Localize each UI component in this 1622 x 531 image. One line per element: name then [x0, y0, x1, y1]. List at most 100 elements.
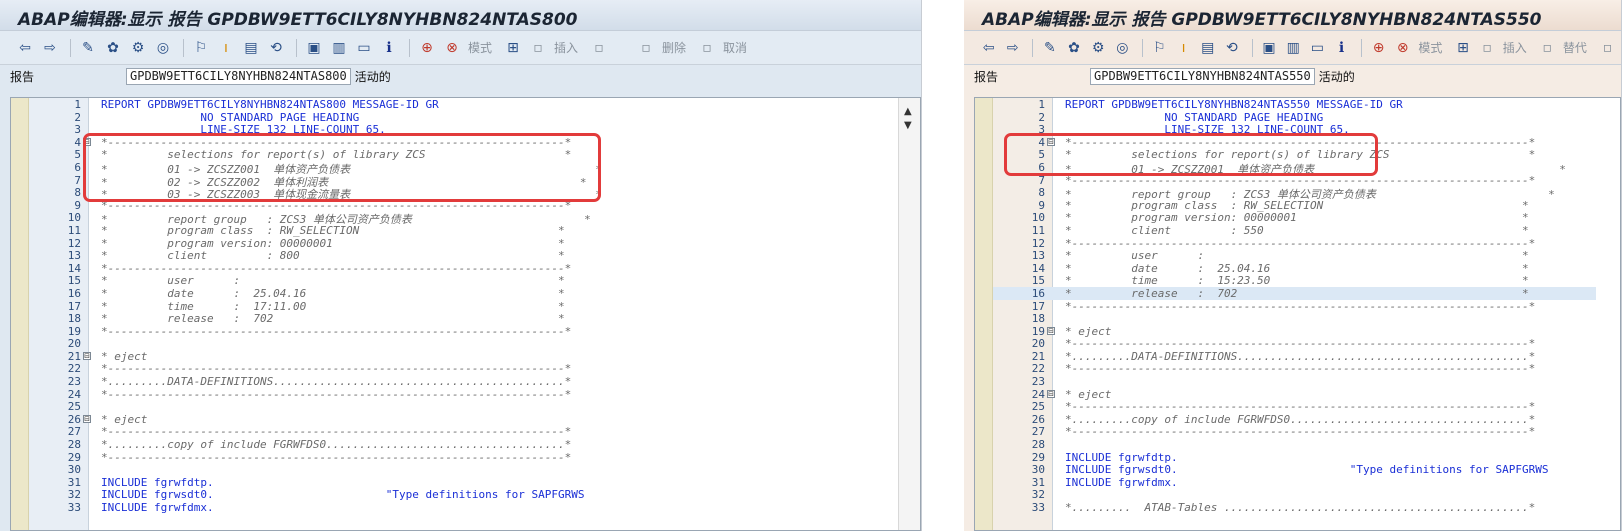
replace-icon[interactable]: ▫ [588, 37, 610, 59]
code-line[interactable]: 2 NO STANDARD PAGE HEADING [29, 111, 896, 124]
fold-toggle-icon[interactable]: ⊟ [83, 137, 91, 146]
back-arrow-icon[interactable]: ⇦ [14, 37, 36, 59]
mode-button[interactable]: 模式 [1418, 39, 1442, 56]
program-name-field[interactable]: GPDBW9ETT6CILY8NYHBN824NTAS800 [126, 67, 351, 85]
code-line[interactable]: 16 * release : 702 * [993, 286, 1596, 300]
code-line[interactable]: 16 * date : 25.04.16 * [29, 287, 896, 300]
code-line[interactable]: 27 *-------------------------------------… [29, 425, 896, 438]
breakpoint-gutter[interactable] [11, 98, 29, 530]
code-line[interactable]: 12 *-------------------------------------… [993, 237, 1596, 250]
change-display-icon[interactable]: ✎ [77, 37, 99, 59]
code-line[interactable]: 30 INCLUDE fgrwsdt0. "Type definitions fo… [993, 463, 1596, 476]
navigation-icon[interactable]: ⟲ [265, 37, 287, 59]
check-icon[interactable]: ⚙ [1088, 37, 1109, 59]
code-editor[interactable]: 1 REPORT GPDBW9ETT6CILY8NYHBN824NTAS800 M… [10, 97, 921, 531]
code-line[interactable]: 23 *.........DATA-DEFINITIONS............… [29, 375, 896, 388]
cancel-button[interactable]: 取消 [723, 39, 747, 56]
navigation-icon[interactable]: ⟲ [1221, 37, 1242, 59]
code-line[interactable]: 11 * program class : RW_SELECTION * [29, 224, 896, 237]
code-line[interactable]: 22 *-------------------------------------… [29, 362, 896, 375]
code-line[interactable]: 31 INCLUDE fgrwfdmx. [993, 476, 1596, 489]
code-line[interactable]: 2 NO STANDARD PAGE HEADING [993, 111, 1596, 124]
code-line[interactable]: 27 *-------------------------------------… [993, 425, 1596, 438]
code-line[interactable]: 29 INCLUDE fgrwfdtp. [993, 451, 1596, 464]
code-line[interactable]: 30 [29, 463, 896, 476]
object-list-icon[interactable]: ▤ [1197, 37, 1218, 59]
code-line[interactable]: 32 [993, 488, 1596, 501]
code-line[interactable]: 15 * user : * [29, 274, 896, 287]
code-line[interactable]: 1 REPORT GPDBW9ETT6CILY8NYHBN824NTAS800 M… [29, 98, 896, 111]
code-line[interactable]: 25 [29, 400, 896, 413]
find-icon[interactable]: ⊕ [416, 37, 438, 59]
code-line[interactable]: 1 REPORT GPDBW9ETT6CILY8NYHBN824NTAS550 M… [993, 98, 1596, 111]
replace-icon[interactable]: ▫ [1537, 37, 1558, 59]
where-used-icon[interactable]: ⚐ [1149, 37, 1170, 59]
code-line[interactable]: 9 * program class : RW_SELECTION * [993, 199, 1596, 212]
fold-toggle-icon[interactable]: ⊟ [83, 351, 91, 360]
fold-toggle-icon[interactable]: ⊟ [83, 414, 91, 423]
activate-icon[interactable]: ✿ [102, 37, 124, 59]
insert-button[interactable]: 插入 [1503, 39, 1527, 56]
pattern-icon[interactable]: ⊞ [1452, 37, 1473, 59]
scroll-up-icon[interactable]: ▲ [904, 106, 912, 117]
code-line[interactable]: 10 * program version: 00000001 * [993, 211, 1596, 224]
find-next-icon[interactable]: ⊗ [1392, 37, 1413, 59]
code-line[interactable]: 11 * client : 550 * [993, 224, 1596, 237]
code-line[interactable]: 19 ⊟ * eject [993, 325, 1596, 338]
code-line[interactable]: 23 [993, 375, 1596, 388]
code-line[interactable]: 25 *-------------------------------------… [993, 400, 1596, 413]
delete-icon[interactable]: ▫ [635, 37, 657, 59]
window-icon[interactable]: ▭ [353, 37, 375, 59]
test-icon[interactable]: ◎ [1112, 37, 1133, 59]
check-icon[interactable]: ⚙ [127, 37, 149, 59]
code-line[interactable]: 3 LINE-SIZE 132 LINE-COUNT 65. [29, 123, 896, 136]
code-line[interactable]: 28 [993, 438, 1596, 451]
code-line[interactable]: 13 * client : 800 * [29, 249, 896, 262]
change-display-icon[interactable]: ✎ [1039, 37, 1060, 59]
test-icon[interactable]: ◎ [152, 37, 174, 59]
code-line[interactable]: 6 * 01 -> ZCSZZ001 单体资产负债表 * [29, 161, 896, 176]
code-line[interactable]: 19 *-------------------------------------… [29, 325, 896, 338]
code-line[interactable]: 28 *.........copy of include FGRWFDS0....… [29, 438, 896, 451]
code-line[interactable]: 12 * program version: 00000001 * [29, 237, 896, 250]
hierarchy-icon[interactable]: ▣ [1258, 37, 1279, 59]
code-line[interactable]: 33 *......... ATAB-Tables ...............… [993, 501, 1596, 514]
code-line[interactable]: 7 * 02 -> ZCSZZ002 单体利润表 * [29, 174, 896, 189]
code-line[interactable]: 3 LINE-SIZE 132 LINE-COUNT 65. [993, 123, 1596, 136]
fold-toggle-icon[interactable]: ⊟ [1047, 326, 1055, 335]
vertical-scrollbar[interactable]: ▲ ▼ [898, 98, 920, 530]
insert-icon[interactable]: ▫ [1477, 37, 1498, 59]
cancel-icon[interactable]: ▫ [696, 37, 718, 59]
window-icon[interactable]: ▭ [1307, 37, 1328, 59]
mode-button[interactable]: 模式 [468, 39, 492, 56]
find-icon[interactable]: ⊕ [1368, 37, 1389, 59]
object-list-icon[interactable]: ▤ [240, 37, 262, 59]
code-line[interactable]: 13 * user : * [993, 249, 1596, 262]
code-line[interactable]: 6 * 01 -> ZCSZZ001 单体资产负债表 * [993, 161, 1596, 176]
code-line[interactable]: 33 INCLUDE fgrwfdmx. [29, 501, 896, 514]
code-line[interactable]: 22 *-------------------------------------… [993, 362, 1596, 375]
code-line[interactable]: 9 *--------------------------------------… [29, 199, 896, 212]
code-line[interactable]: 8 * report group : ZCS3 单体公司资产负债表 * [993, 186, 1596, 201]
breakpoint-icon[interactable]: ı [215, 37, 237, 59]
code-editor[interactable]: 1 REPORT GPDBW9ETT6CILY8NYHBN824NTAS550 M… [974, 97, 1621, 531]
scroll-down-icon[interactable]: ▼ [904, 120, 912, 131]
find-next-icon[interactable]: ⊗ [441, 37, 463, 59]
program-name-field[interactable]: GPDBW9ETT6CILY8NYHBN824NTAS550 [1090, 67, 1315, 85]
code-line[interactable]: 17 * time : 17:11.00 * [29, 300, 896, 313]
forward-arrow-icon[interactable]: ⇨ [1002, 37, 1023, 59]
code-line[interactable]: 24 *-------------------------------------… [29, 388, 896, 401]
code-line[interactable]: 17 *-------------------------------------… [993, 300, 1596, 313]
fold-toggle-icon[interactable]: ⊟ [1047, 137, 1055, 146]
code-line[interactable]: 18 [993, 312, 1596, 325]
replace-button[interactable]: 替代 [1563, 39, 1587, 56]
breakpoint-icon[interactable]: ı [1173, 37, 1194, 59]
code-line[interactable]: 7 *--------------------------------------… [993, 174, 1596, 187]
code-line[interactable]: 5 * selections for report(s) of library Z… [29, 148, 896, 161]
breakpoint-gutter[interactable] [975, 98, 993, 530]
delete-button[interactable]: 删除 [662, 39, 686, 56]
code-line[interactable]: 21 ⊟ * eject [29, 350, 896, 363]
back-arrow-icon[interactable]: ⇦ [978, 37, 999, 59]
info-icon[interactable]: ℹ [1331, 37, 1352, 59]
info-icon[interactable]: ℹ [378, 37, 400, 59]
